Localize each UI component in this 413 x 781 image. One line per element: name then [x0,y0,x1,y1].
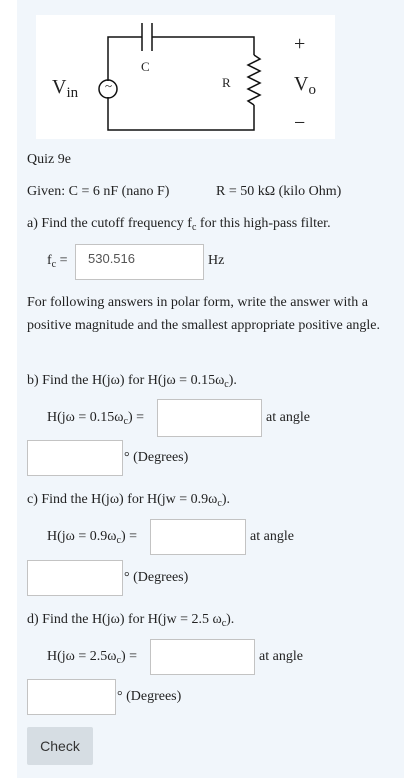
vout-subscript: o [308,82,316,98]
vout-plus: + [294,33,306,55]
question-b-text: b) Find the H(jω) for H(jω = 0.15ω [27,373,225,388]
capacitor-label: C [141,59,150,74]
hd-degrees-label: ° (Degrees) [117,689,182,704]
cutoff-unit-label: Hz [208,253,225,268]
question-b-suffix: ). [228,373,237,388]
resistor-label: R [222,75,231,90]
hb-field-label: H(jω = 0.15ωc) = [47,410,144,427]
hb-at-angle-label: at angle [266,410,310,425]
cutoff-frequency-input[interactable]: 530.516 [75,244,204,280]
hc-angle-input[interactable] [27,560,123,596]
hd-field-label: H(jω = 2.5ωc) = [47,649,137,666]
hc-label-equals: ) = [120,529,138,544]
hd-angle-input[interactable] [27,679,116,715]
question-d-suffix: ). [226,612,235,627]
hd-at-angle-label: at angle [259,649,303,664]
wire-bottom [107,97,255,131]
fc-field-label: fc = [47,253,68,270]
quiz-title: Quiz 9e [27,152,71,167]
check-button[interactable]: Check [27,727,93,765]
vout-symbol: V [294,73,309,95]
circuit-schematic [98,23,262,131]
question-c-suffix: ). [221,492,231,507]
resistor-zigzag [246,54,262,106]
hb-angle-input[interactable] [27,440,123,476]
hb-degrees-label: ° (Degrees) [124,450,189,465]
question-b: b) Find the H(jω) for H(jω = 0.15ωc). [27,373,237,390]
hd-label-text: H(jω = 2.5ω [47,649,117,664]
source-symbol: ~ [105,78,113,93]
vin-subscript: in [66,85,79,101]
hd-magnitude-input[interactable] [150,639,255,675]
circuit-diagram: ~ C R Vin + Vo − [36,15,335,139]
vin-label: Vin [52,76,78,102]
question-a-text: a) Find the cutoff frequency f [27,216,192,231]
hb-label-text: H(jω = 0.15ω [47,410,124,425]
vin-symbol: V [52,76,67,98]
question-d-text: d) Find the H(jω) for H(jw = 2.5 ω [27,612,222,627]
question-a-suffix: for this high-pass filter. [196,216,331,231]
hc-field-label: H(jω = 0.9ωc) = [47,529,137,546]
wire-top-left [107,36,142,81]
hc-degrees-label: ° (Degrees) [124,570,189,585]
hc-label-text: H(jω = 0.9ω [47,529,117,544]
question-c: c) Find the H(jω) for H(jw = 0.9ωc). [27,492,230,509]
given-resistance: R = 50 kΩ (kilo Ohm) [216,184,342,199]
hc-magnitude-input[interactable] [150,519,246,555]
hb-label-equals: ) = [127,410,145,425]
question-a: a) Find the cutoff frequency fc for this… [27,216,331,233]
instructions-text: For following answers in polar form, wri… [27,295,381,333]
vout-label: Vo [294,73,316,99]
question-d: d) Find the H(jω) for H(jw = 2.5 ωc). [27,612,234,629]
wire-top-right [152,36,255,55]
hb-magnitude-input[interactable] [157,399,262,437]
vout-minus: − [294,112,306,134]
hd-label-equals: ) = [120,649,138,664]
hc-at-angle-label: at angle [250,529,294,544]
given-capacitance: Given: C = 6 nF (nano F) [27,184,170,199]
question-c-text: c) Find the H(jω) for H(jw = 0.9ω [27,492,218,507]
fc-label-equals: = [56,253,68,268]
